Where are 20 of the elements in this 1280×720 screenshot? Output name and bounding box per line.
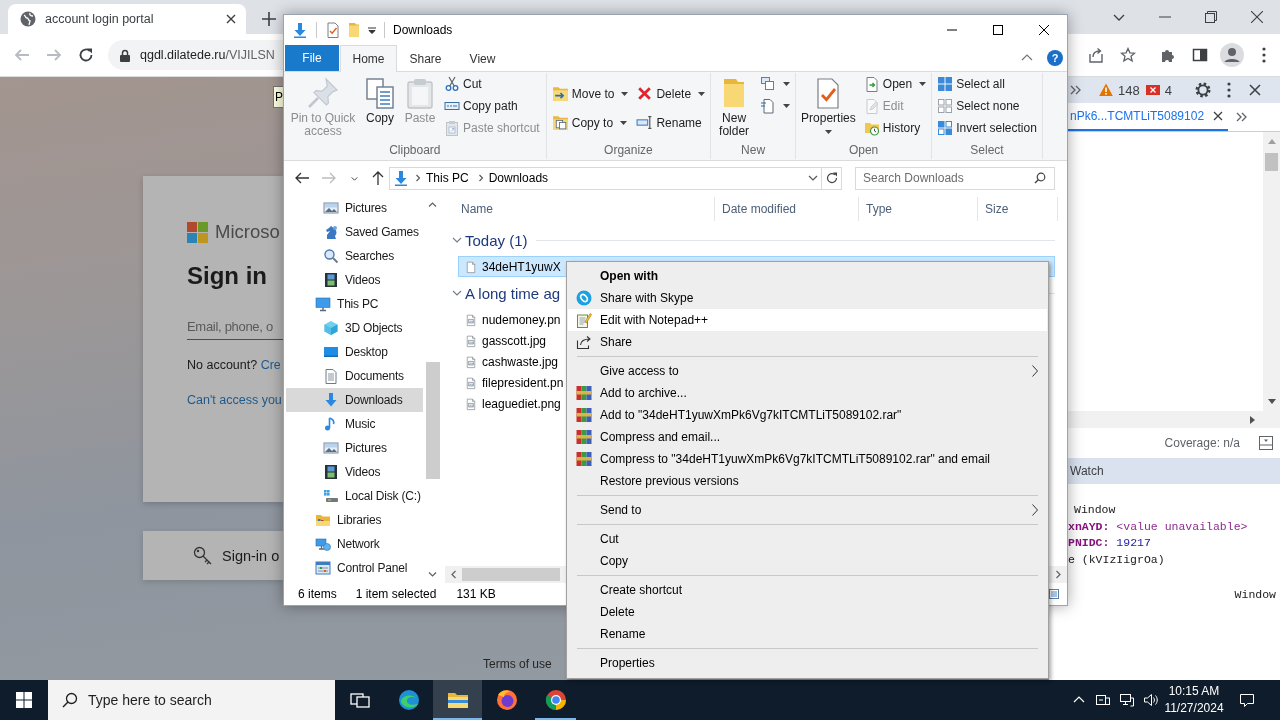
ribbon-group-label: New <box>740 143 767 159</box>
logo-text: Microso <box>215 221 280 243</box>
scope-line: e (kVIzIigrOa) <box>1068 551 1166 568</box>
item-count: 6 items <box>298 587 337 601</box>
ribbon-group-label: Clipboard <box>388 143 442 159</box>
ribbon-group-label: Organize <box>603 143 654 159</box>
coverage-status: Coverage: n/a <box>1164 436 1240 450</box>
window-title: Downloads <box>393 23 453 37</box>
scope-entry: xnAYD: <value unavailable> <box>1068 518 1249 535</box>
ribbon-group-label: Select <box>969 143 1005 159</box>
no-account-text: No account? Cre <box>187 357 282 373</box>
scope-line: Window <box>1073 502 1117 518</box>
sign-in-heading: Sign in <box>187 262 268 290</box>
selection-size: 131 KB <box>456 587 496 601</box>
selection-status: 1 item selected <box>355 587 437 601</box>
scope-entry: PNIDC: 19217 <box>1068 535 1152 551</box>
error-count: 4 <box>1164 82 1172 98</box>
scope-type: Window <box>1233 587 1277 603</box>
ribbon-group-label: Open <box>847 143 880 159</box>
warning-count: 148 <box>1118 82 1140 98</box>
